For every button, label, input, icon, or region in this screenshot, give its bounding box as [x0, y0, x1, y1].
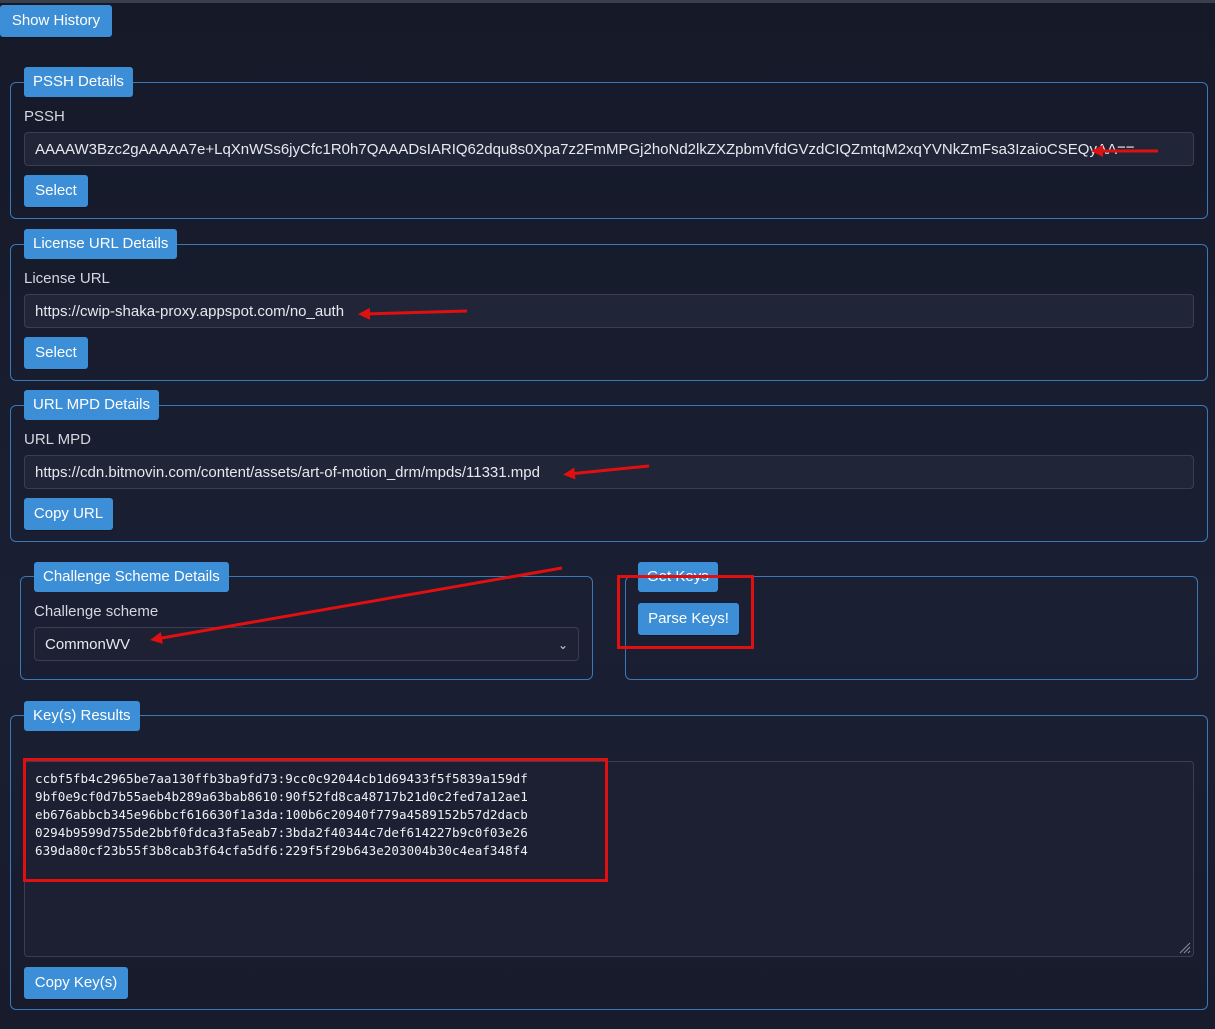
mpd-url-input[interactable]: https://cdn.bitmovin.com/content/assets/… — [24, 455, 1194, 489]
license-label: License URL — [24, 270, 110, 287]
resize-handle-icon[interactable] — [1177, 940, 1191, 954]
chevron-down-icon: ⌄ — [557, 638, 568, 652]
challenge-selected-value: CommonWV — [45, 636, 131, 653]
mpd-legend: URL MPD Details — [24, 390, 159, 420]
pssh-input[interactable]: AAAAW3Bzc2gAAAAA7e+LqXnWSs6jyCfc1R0h7QAA… — [24, 132, 1194, 166]
challenge-label: Challenge scheme — [34, 603, 159, 620]
top-border — [0, 0, 1215, 3]
copy-url-button[interactable]: Copy URL — [24, 498, 113, 530]
license-select-button[interactable]: Select — [24, 337, 88, 369]
pssh-select-button[interactable]: Select — [24, 175, 88, 207]
pssh-label: PSSH — [24, 108, 65, 125]
copy-keys-button[interactable]: Copy Key(s) — [24, 967, 128, 999]
mpd-label: URL MPD — [24, 431, 91, 448]
pssh-legend: PSSH Details — [24, 67, 133, 97]
results-legend: Key(s) Results — [24, 701, 140, 731]
show-history-button[interactable]: Show History — [0, 5, 112, 37]
license-legend: License URL Details — [24, 229, 178, 259]
challenge-scheme-select[interactable]: CommonWV ⌄ — [34, 627, 579, 661]
license-url-input[interactable]: https://cwip-shaka-proxy.appspot.com/no_… — [24, 294, 1194, 328]
challenge-legend: Challenge Scheme Details — [34, 562, 229, 592]
parse-keys-highlight-box — [617, 575, 754, 649]
keys-highlight-box — [23, 758, 608, 882]
